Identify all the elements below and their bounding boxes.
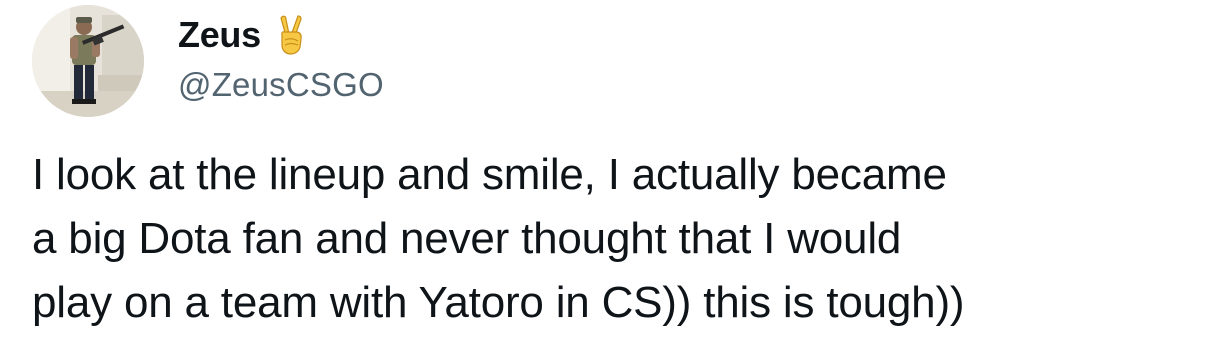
tweet-text-line: I look at the lineup and smile, I actual… bbox=[32, 150, 947, 199]
tweet-card: Zeus @ZeusCSGO I look at the lineup and … bbox=[0, 0, 1220, 353]
avatar-photo bbox=[32, 5, 144, 117]
tweet-text: I look at the lineup and smile, I actual… bbox=[32, 143, 1202, 335]
display-name[interactable]: Zeus bbox=[178, 14, 261, 56]
victory-hand-emoji-icon bbox=[273, 14, 307, 56]
author-handle[interactable]: @ZeusCSGO bbox=[178, 66, 384, 104]
tweet-text-line: play on a team with Yatoro in CS)) this … bbox=[32, 278, 965, 327]
avatar[interactable] bbox=[32, 5, 144, 117]
author-name-row: Zeus bbox=[178, 12, 307, 58]
tweet-text-line: a big Dota fan and never thought that I … bbox=[32, 214, 902, 263]
